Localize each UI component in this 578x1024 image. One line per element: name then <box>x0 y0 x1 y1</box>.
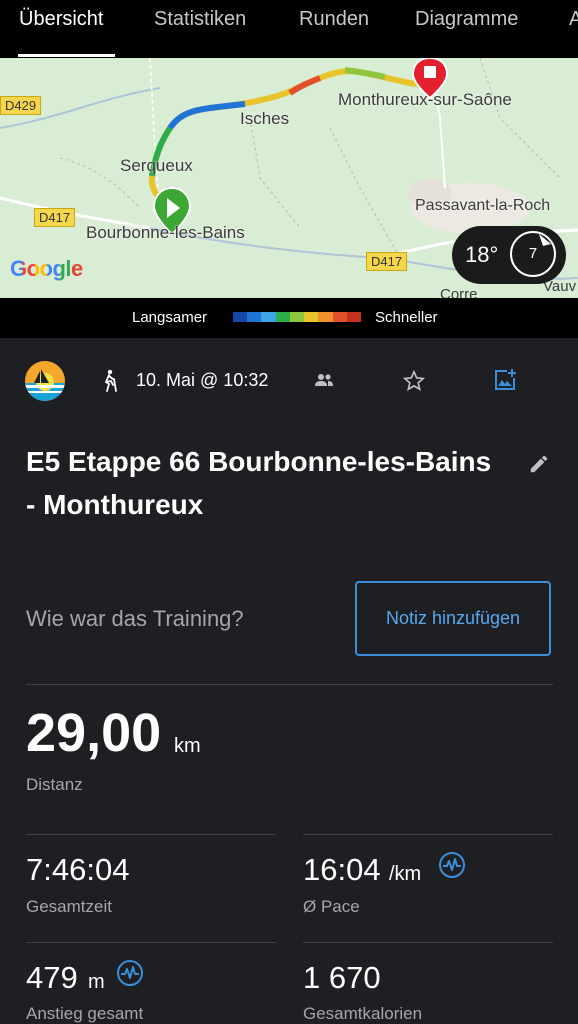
training-feedback-prompt: Wie war das Training? <box>26 606 244 631</box>
divider <box>26 834 276 835</box>
distance-label: Distanz <box>26 775 83 794</box>
speed-scale-segment <box>233 312 248 322</box>
speed-scale-segment <box>289 312 305 322</box>
tab-statistics[interactable]: Statistiken <box>154 8 246 31</box>
tab-charts[interactable]: Diagramme <box>415 8 518 31</box>
route-map[interactable]: Monthureux-sur-Saône Isches Serqueux Bou… <box>0 58 578 298</box>
tab-next-partial[interactable]: A <box>569 8 578 31</box>
add-photo-icon[interactable] <box>493 368 517 397</box>
distance-value: 29,00 <box>26 703 162 763</box>
speed-scale-segment <box>247 312 262 322</box>
pace-unit: /km <box>389 863 422 885</box>
ascent-chart-icon[interactable] <box>116 959 144 992</box>
map-label-monthureux: Monthureux-sur-Saône <box>338 90 512 109</box>
total-time-label: Gesamtzeit <box>26 897 112 916</box>
calories-value: 1 670 <box>303 960 381 995</box>
activity-info-row: 10. Mai @ 10:32 <box>0 350 578 412</box>
ascent-value: 479 <box>26 960 78 995</box>
road-badge-d429: D429 <box>0 96 42 115</box>
map-label-isches: Isches <box>240 109 290 128</box>
tab-laps[interactable]: Runden <box>299 8 369 31</box>
road-badge-d417-east: D417 <box>366 252 408 271</box>
ascent-unit: m <box>88 971 105 993</box>
avatar[interactable] <box>25 361 65 401</box>
wind-icon: 7 <box>510 231 556 277</box>
speed-scale-segment <box>318 312 333 322</box>
speed-color-scale <box>233 312 361 322</box>
weather-widget[interactable]: 18° 7 <box>452 226 566 284</box>
active-tab-indicator <box>18 54 115 57</box>
ascent-label: Anstieg gesamt <box>26 1004 144 1023</box>
speed-scale-segment <box>332 312 347 322</box>
tab-overview[interactable]: Übersicht <box>19 8 103 31</box>
temperature: 18° <box>465 242 499 267</box>
road-badge-d417: D417 <box>34 208 76 227</box>
add-note-button[interactable]: Notiz hinzufügen <box>355 581 551 656</box>
map-label-corre: Corre <box>440 286 478 298</box>
total-time-value: 7:46:04 <box>26 852 130 887</box>
pace-label: Ø Pace <box>303 897 360 916</box>
star-icon[interactable] <box>402 369 426 397</box>
speed-scale-segment <box>304 312 319 322</box>
tab-bar: Übersicht Statistiken Runden Diagramme A <box>0 0 578 58</box>
edit-icon[interactable] <box>528 453 550 480</box>
hiking-icon <box>100 369 118 398</box>
divider <box>26 942 276 943</box>
divider <box>303 942 553 943</box>
legend-faster: Schneller <box>375 309 438 326</box>
speed-scale-segment <box>275 312 290 322</box>
distance-unit: km <box>174 735 201 757</box>
people-icon[interactable] <box>314 372 334 393</box>
wind-speed: 7 <box>528 245 538 262</box>
pace-chart-icon[interactable] <box>438 851 466 884</box>
pace-value: 16:04 <box>303 852 381 887</box>
map-label-serqueux: Serqueux <box>120 156 193 175</box>
calories-label: Gesamtkalorien <box>303 1004 423 1023</box>
divider <box>303 834 553 835</box>
speed-scale-segment <box>261 312 276 322</box>
google-logo: Google <box>10 256 83 281</box>
activity-date: 10. Mai @ 10:32 <box>136 370 269 390</box>
map-label-bourbonne: Bourbonne-les-Bains <box>86 223 245 242</box>
map-label-passavant: Passavant-la-Roch <box>415 197 551 214</box>
speed-scale-segment <box>346 312 361 322</box>
divider <box>26 684 553 685</box>
legend-slower: Langsamer <box>132 309 208 326</box>
activity-title: E5 Etappe 66 Bourbonne-les-Bains - Month… <box>26 446 492 520</box>
